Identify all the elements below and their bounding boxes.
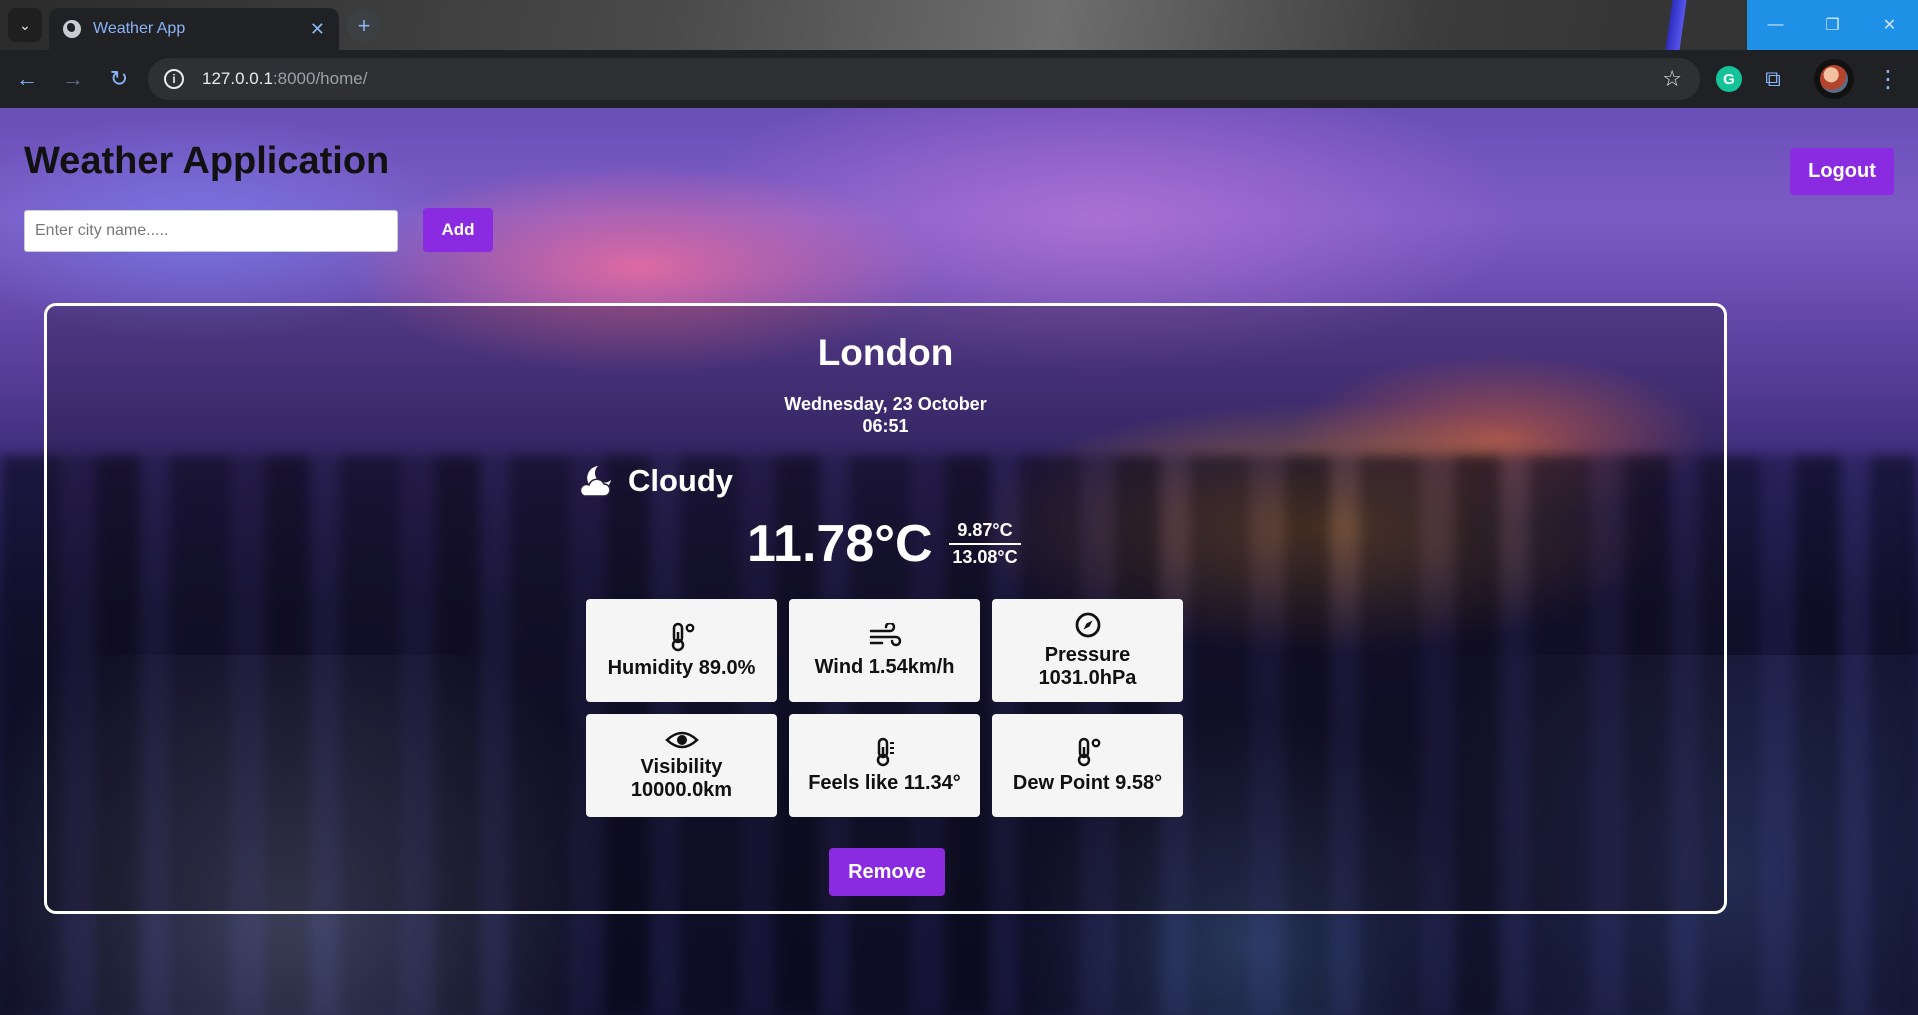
city-search-input[interactable] (24, 210, 398, 252)
logout-button[interactable]: Logout (1790, 148, 1894, 195)
profile-avatar[interactable] (1814, 59, 1854, 99)
stat-card-dew-point: Dew Point 9.58° (992, 714, 1183, 817)
temperature-range: 9.87°C 13.08°C (949, 520, 1021, 568)
add-city-button[interactable]: Add (423, 208, 493, 252)
close-tab-icon[interactable]: ✕ (310, 19, 325, 40)
browser-tab-bar: ⌄ Weather App ✕ + — ❐ ✕ (0, 0, 1918, 108)
browser-tab[interactable]: Weather App ✕ (49, 8, 339, 50)
weather-card: London Wednesday, 23 October 06:51 Cloud… (44, 303, 1727, 914)
tab-title: Weather App (93, 20, 186, 37)
eye-icon (664, 731, 699, 749)
close-window-button[interactable]: ✕ (1861, 0, 1918, 50)
browser-menu-icon[interactable]: ⋮ (1876, 65, 1900, 94)
moon-cloud-icon (579, 466, 611, 497)
restore-button[interactable]: ❐ (1804, 0, 1861, 50)
stat-label: Pressure 1031.0hPa (1038, 644, 1137, 689)
stat-label: Feels like 11.34° (808, 771, 961, 794)
stat-card-feels-like: Feels like 11.34° (789, 714, 980, 817)
reload-icon[interactable]: ↻ (100, 60, 138, 98)
tab-search-button[interactable]: ⌄ (8, 8, 42, 42)
condition-label: Cloudy (628, 463, 734, 498)
bookmark-star-icon[interactable]: ☆ (1662, 66, 1682, 92)
site-info-icon[interactable]: i (164, 69, 184, 89)
current-temperature: 11.78°C (747, 515, 933, 573)
compass-icon (1075, 612, 1100, 638)
page-body: Weather Application Logout Add London We… (0, 108, 1918, 1015)
temp-min: 9.87°C (949, 520, 1021, 545)
extensions-puzzle-icon[interactable]: ⧉ (1760, 66, 1786, 92)
stat-card-pressure: Pressure 1031.0hPa (992, 599, 1183, 702)
url-path: :8000/home/ (272, 69, 368, 88)
page-title: Weather Application (24, 140, 390, 182)
grammarly-extension-icon[interactable]: G (1716, 66, 1742, 92)
avatar-image (1820, 65, 1848, 93)
window-controls: — ❐ ✕ (1747, 0, 1918, 50)
stat-label: Dew Point 9.58° (1012, 771, 1163, 794)
url-host: 127.0.0.1 (202, 69, 273, 88)
thermometer-degree-icon (671, 622, 694, 651)
new-tab-button[interactable]: + (347, 9, 381, 43)
wind-icon (869, 622, 901, 646)
city-name: London (817, 332, 954, 373)
remove-city-button[interactable]: Remove (829, 848, 945, 896)
stat-card-humidity: Humidity 89.0% (586, 599, 777, 702)
extensions-area: G ⧉ ⋮ (1716, 50, 1900, 108)
weather-time: 06:51 (862, 416, 909, 436)
globe-icon (63, 20, 81, 38)
thermometer-degree-icon (1077, 737, 1100, 766)
thermometer-icon (876, 737, 894, 766)
forward-arrow-icon[interactable]: → (54, 60, 92, 98)
minimize-button[interactable]: — (1747, 0, 1804, 50)
stat-label: Visibility 10000.0km (630, 756, 733, 801)
weather-stats-grid: Humidity 89.0% Wind 1.54km/h Pressure 10… (586, 599, 1183, 817)
weather-date: Wednesday, 23 October (784, 394, 987, 414)
stat-label: Wind 1.54km/h (814, 655, 955, 678)
back-arrow-icon[interactable]: ← (8, 60, 46, 98)
weather-condition: Cloudy (578, 463, 733, 499)
browser-toolbar: ← → ↻ i 127.0.0.1:8000/home/ ☆ (0, 50, 1918, 108)
temp-max: 13.08°C (952, 547, 1018, 567)
stat-card-wind: Wind 1.54km/h (789, 599, 980, 702)
address-bar[interactable]: i 127.0.0.1:8000/home/ ☆ (148, 58, 1700, 100)
stat-label: Humidity 89.0% (607, 656, 756, 679)
stat-card-visibility: Visibility 10000.0km (586, 714, 777, 817)
